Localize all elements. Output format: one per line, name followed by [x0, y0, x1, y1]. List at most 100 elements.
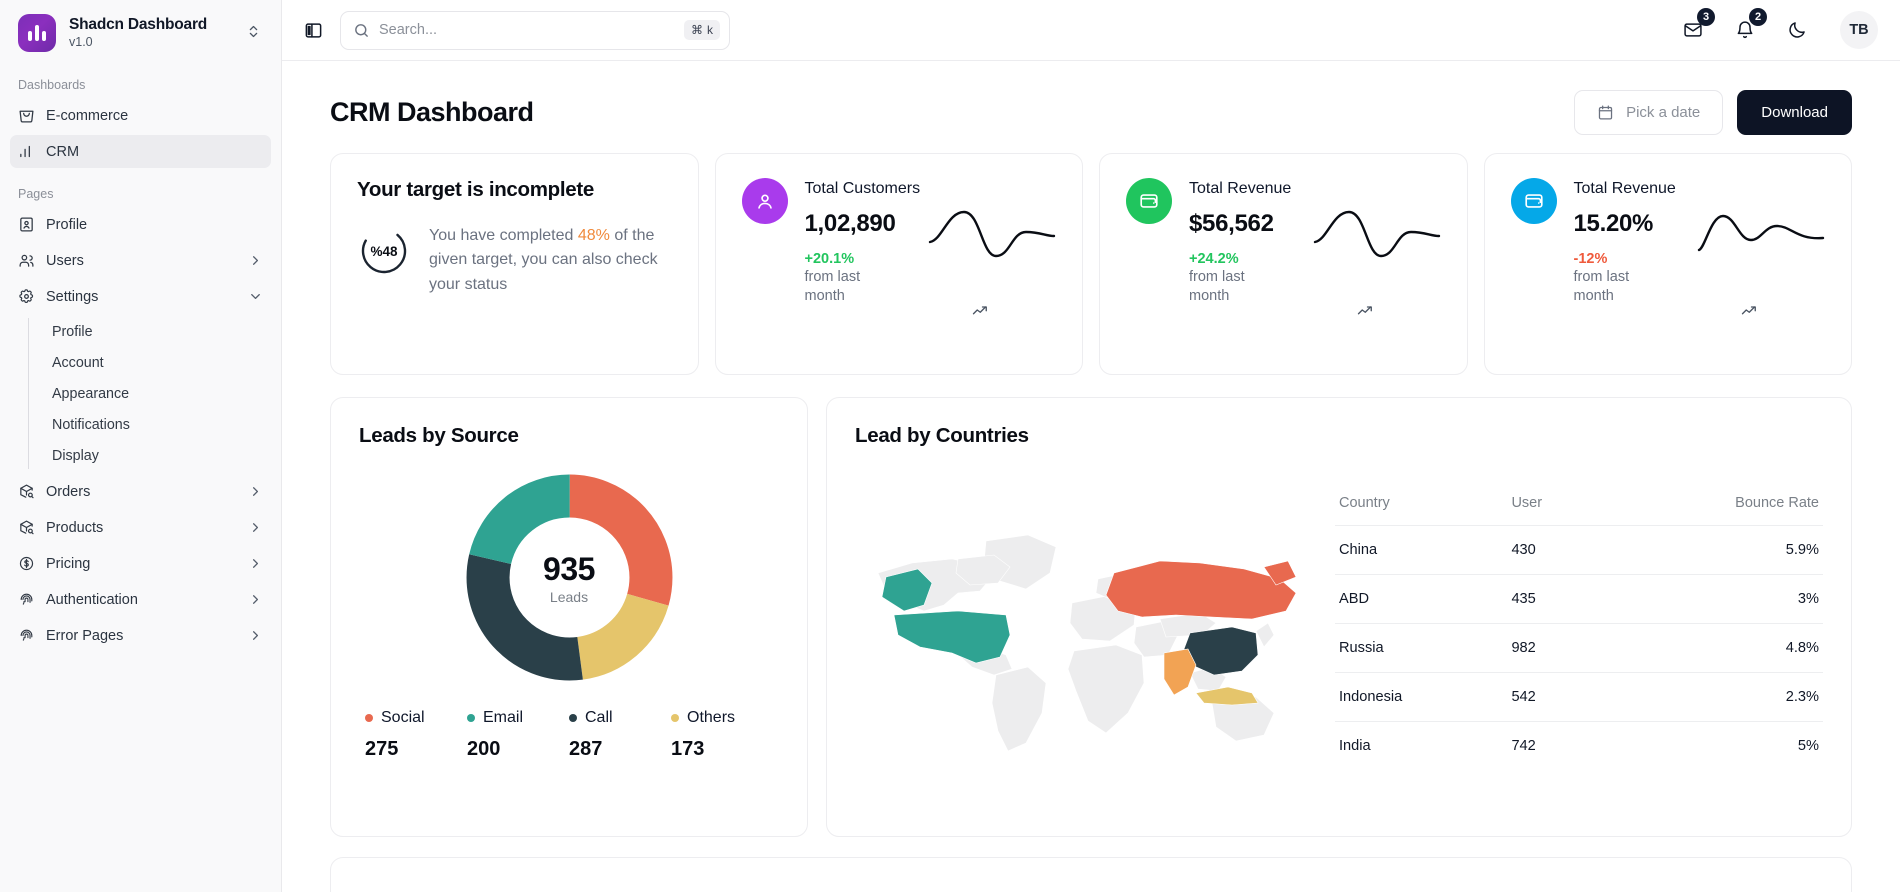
- sidebar-subitems-settings: Profile Account Appearance Notifications…: [10, 316, 271, 471]
- wallet-icon: [1126, 178, 1172, 224]
- target-text-before: You have completed: [429, 227, 578, 244]
- chevron-right-icon[interactable]: [248, 556, 263, 571]
- leads-card-title: Leads by Source: [359, 424, 519, 447]
- topbar-right: 3 2 TB: [1680, 8, 1878, 49]
- chevron-up-down-icon[interactable]: [246, 24, 265, 42]
- col-header-user: User: [1511, 494, 1543, 511]
- legend-value: 275: [365, 738, 399, 760]
- sidebar-item-settings[interactable]: Settings: [10, 280, 271, 313]
- notifications-badge: 2: [1749, 8, 1767, 26]
- sidebar-item-e-commerce[interactable]: E-commerce: [10, 99, 271, 132]
- notifications-button[interactable]: 2: [1732, 8, 1767, 43]
- contact-icon: [18, 216, 35, 233]
- lead-by-countries-card: Lead by Countries Country User Bounce Ra…: [826, 397, 1852, 837]
- countries-table-wrap: Country User Bounce Rate China 430 5.9% …: [1325, 495, 1823, 770]
- chevron-right-icon[interactable]: [248, 628, 263, 643]
- pick-a-date-button[interactable]: Pick a date: [1574, 89, 1724, 135]
- bar-chart-icon: [18, 143, 35, 160]
- search-shortcut-badge: ⌘ k: [684, 20, 720, 40]
- leads-by-source-card: Leads by Source 935 Leads Social 275 Ema…: [330, 397, 808, 837]
- sidebar-item-crm[interactable]: CRM: [10, 135, 271, 168]
- sidebar-item-label: E-commerce: [46, 107, 129, 124]
- sidebar-item-error-pages[interactable]: Error Pages: [10, 619, 271, 652]
- legend-label: Call: [585, 709, 613, 726]
- chevron-right-icon[interactable]: [248, 484, 263, 499]
- countries-body: Country User Bounce Rate China 430 5.9% …: [855, 454, 1823, 810]
- map-highlight-abd: [893, 610, 1011, 664]
- kpi-row: Your target is incomplete %48 You have c…: [330, 153, 1852, 375]
- table-row[interactable]: Russia 982 4.8%: [1335, 623, 1823, 672]
- sidebar-subitem-profile[interactable]: Profile: [32, 316, 271, 347]
- sidebar-item-users[interactable]: Users: [10, 244, 271, 277]
- main-area: ⌘ k 3 2 TB: [282, 0, 1900, 892]
- cell-country: India: [1339, 737, 1371, 754]
- kpi-sparkline: [1313, 210, 1440, 258]
- sidebar-item-label: Users: [46, 252, 84, 269]
- sidebar-subitem-display[interactable]: Display: [32, 440, 271, 471]
- legend-label: Social: [381, 709, 425, 726]
- cell-user: 982: [1511, 639, 1536, 656]
- table-row[interactable]: Indonesia 542 2.3%: [1335, 672, 1823, 721]
- sidebar: Shadcn Dashboard v1.0 Dashboards E-comme…: [0, 0, 282, 892]
- cell-user: 742: [1511, 737, 1536, 754]
- legend-item-call: Call 287: [569, 709, 671, 761]
- table-row[interactable]: China 430 5.9%: [1335, 525, 1823, 574]
- sidebar-item-pricing[interactable]: Pricing: [10, 547, 271, 580]
- map-highlight-india: [1163, 648, 1197, 696]
- kpi-sub-label: from last month: [1189, 269, 1245, 304]
- avatar-initials: TB: [1849, 22, 1869, 38]
- sidebar-item-orders[interactable]: Orders: [10, 475, 271, 508]
- download-button[interactable]: Download: [1737, 89, 1852, 135]
- shopping-bag-icon: [18, 107, 35, 124]
- sidebar-item-products[interactable]: Products: [10, 511, 271, 544]
- legend-item-social: Social 275: [365, 709, 467, 761]
- theme-toggle-button[interactable]: [1784, 17, 1810, 43]
- target-card-body: %48 You have completed 48% of the given …: [357, 224, 672, 297]
- sidebar-subitem-notifications[interactable]: Notifications: [32, 409, 271, 440]
- chevron-right-icon[interactable]: [248, 520, 263, 535]
- target-card-text: You have completed 48% of the given targ…: [429, 224, 669, 297]
- map-region-japan: [1255, 622, 1275, 648]
- wallet-icon: [1510, 178, 1557, 224]
- search-wrap: ⌘ k: [340, 10, 730, 50]
- avatar[interactable]: TB: [1840, 11, 1878, 49]
- fingerprint-icon: [18, 627, 35, 644]
- cell-bounce-rate: 5.9%: [1785, 541, 1819, 558]
- kpi-card-total-customers: Total Customers 1,02,890 +20.1% from las…: [714, 153, 1083, 375]
- chevron-down-icon[interactable]: [248, 289, 263, 304]
- mail-button[interactable]: 3: [1680, 8, 1715, 43]
- kpi-sparkline: [928, 210, 1056, 258]
- search-input[interactable]: [379, 22, 675, 38]
- world-map-svg: [877, 534, 1297, 752]
- sidebar-item-label: Error Pages: [46, 627, 124, 644]
- brand-switcher[interactable]: Shadcn Dashboard v1.0: [0, 0, 281, 62]
- fingerprint-icon: [18, 591, 35, 608]
- kpi-sub-label: from last month: [1573, 269, 1630, 304]
- table-row[interactable]: India 742 5%: [1335, 721, 1823, 770]
- cell-bounce-rate: 5%: [1797, 737, 1819, 754]
- legend-item-email: Email 200: [467, 709, 569, 761]
- map-region-south-america: [991, 666, 1047, 752]
- package-search-icon: [18, 483, 35, 500]
- nav-list-pages: Profile Users Settings Profile Account A…: [0, 208, 281, 652]
- sidebar-item-label: Products: [46, 519, 104, 536]
- sidebar-subitem-account[interactable]: Account: [32, 347, 271, 378]
- target-card: Your target is incomplete %48 You have c…: [330, 153, 699, 375]
- cell-bounce-rate: 4.8%: [1785, 639, 1819, 656]
- brand-version: v1.0: [69, 35, 93, 50]
- legend-item-others: Others 173: [671, 709, 773, 761]
- sidebar-item-profile[interactable]: Profile: [10, 208, 271, 241]
- legend-value: 200: [467, 738, 501, 760]
- search-box[interactable]: ⌘ k: [340, 10, 730, 50]
- sidebar-item-authentication[interactable]: Authentication: [10, 583, 271, 616]
- donut-svg: [466, 474, 672, 681]
- cell-user: 430: [1511, 541, 1536, 558]
- chevron-right-icon[interactable]: [248, 253, 263, 268]
- shortcut-key: k: [707, 23, 713, 37]
- table-row[interactable]: ABD 435 3%: [1335, 574, 1823, 623]
- sidebar-subitem-appearance[interactable]: Appearance: [32, 378, 271, 409]
- chevron-right-icon[interactable]: [248, 592, 263, 607]
- bar-chart-logo-icon: [18, 14, 56, 52]
- nav-group-label-pages: Pages: [18, 187, 54, 201]
- sidebar-toggle-icon[interactable]: [300, 17, 326, 43]
